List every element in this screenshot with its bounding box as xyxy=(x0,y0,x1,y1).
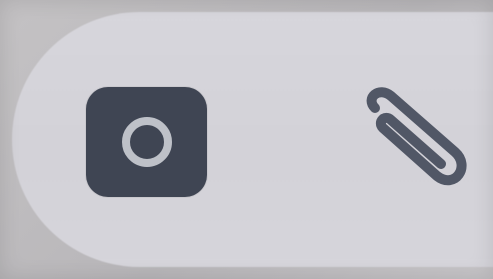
camera-button[interactable] xyxy=(86,87,207,197)
paperclip-icon xyxy=(366,87,467,186)
attach-button[interactable] xyxy=(343,80,483,200)
camera-icon xyxy=(121,117,172,167)
screen xyxy=(0,0,493,279)
